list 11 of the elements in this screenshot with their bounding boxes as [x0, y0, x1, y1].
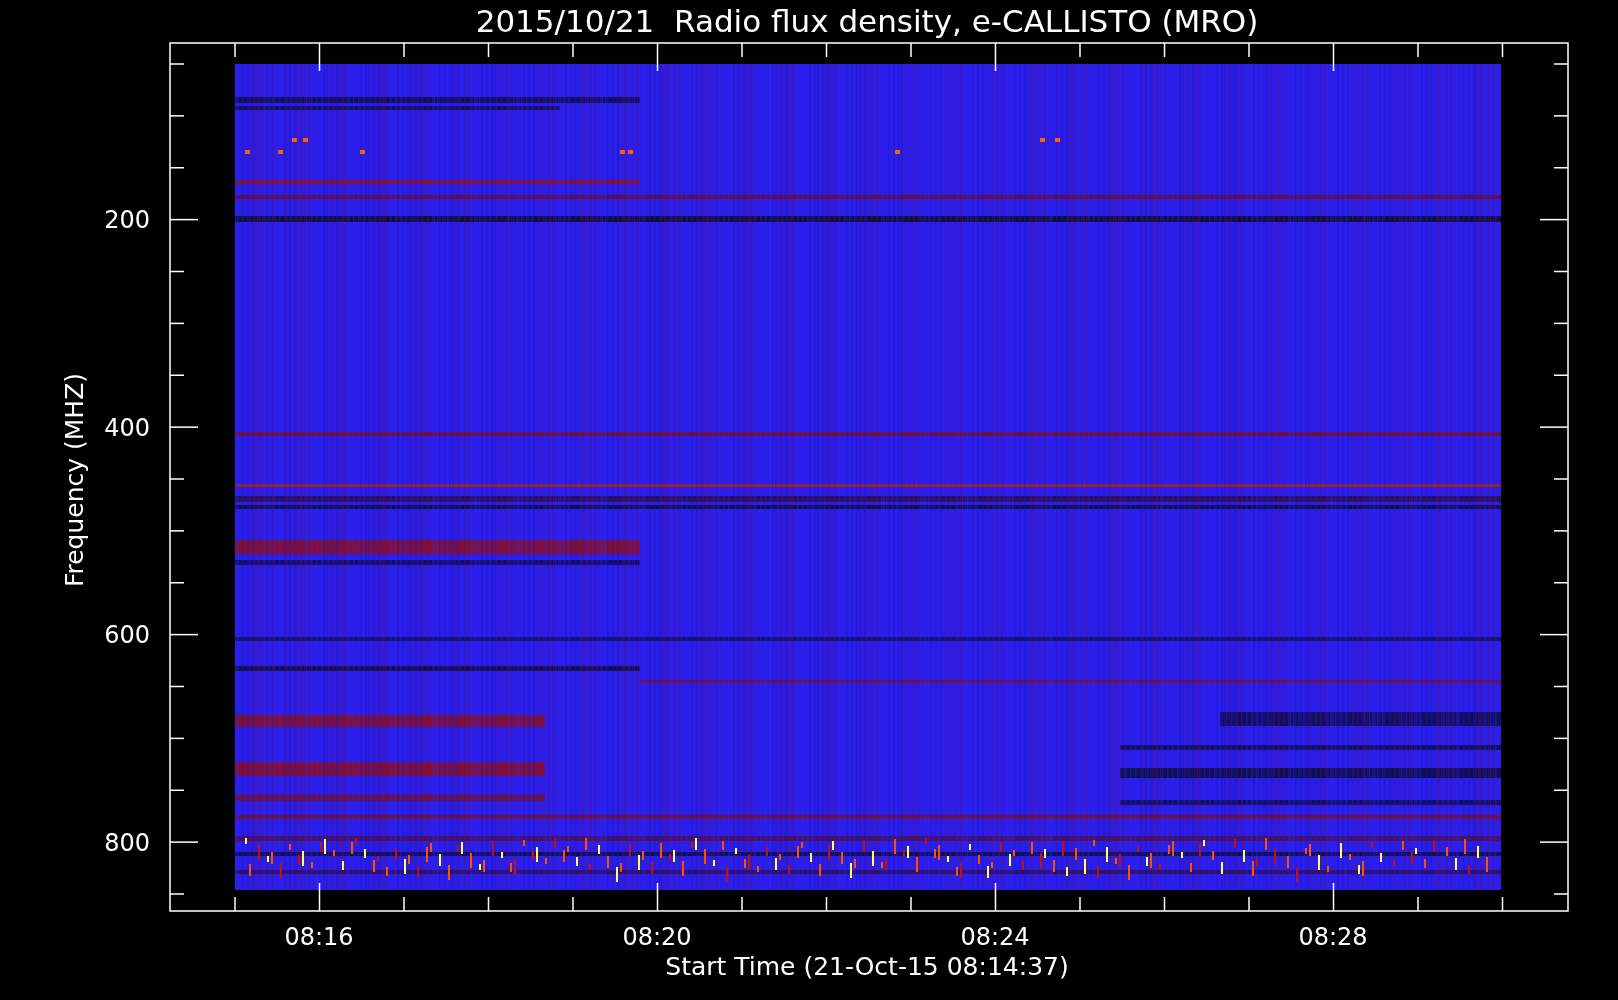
x-tick-label: 08:16	[284, 923, 354, 951]
x-tick-label: 08:28	[1298, 923, 1368, 951]
chart-title: 2015/10/21 Radio flux density, e-CALLISTO (MRO)	[475, 3, 1259, 39]
y-tick-label: 400	[104, 413, 150, 442]
y-axis-label: Frequency (MHZ)	[60, 372, 89, 588]
y-tick-label: 200	[104, 206, 150, 234]
x-tick-label: 08:20	[622, 923, 692, 951]
x-axis-label: Start Time (21-Oct-15 08:14:37)	[665, 952, 1069, 981]
x-tick-label: 08:24	[960, 923, 1030, 951]
y-tick-label: 800	[104, 828, 150, 857]
y-tick-label: 600	[104, 621, 150, 649]
